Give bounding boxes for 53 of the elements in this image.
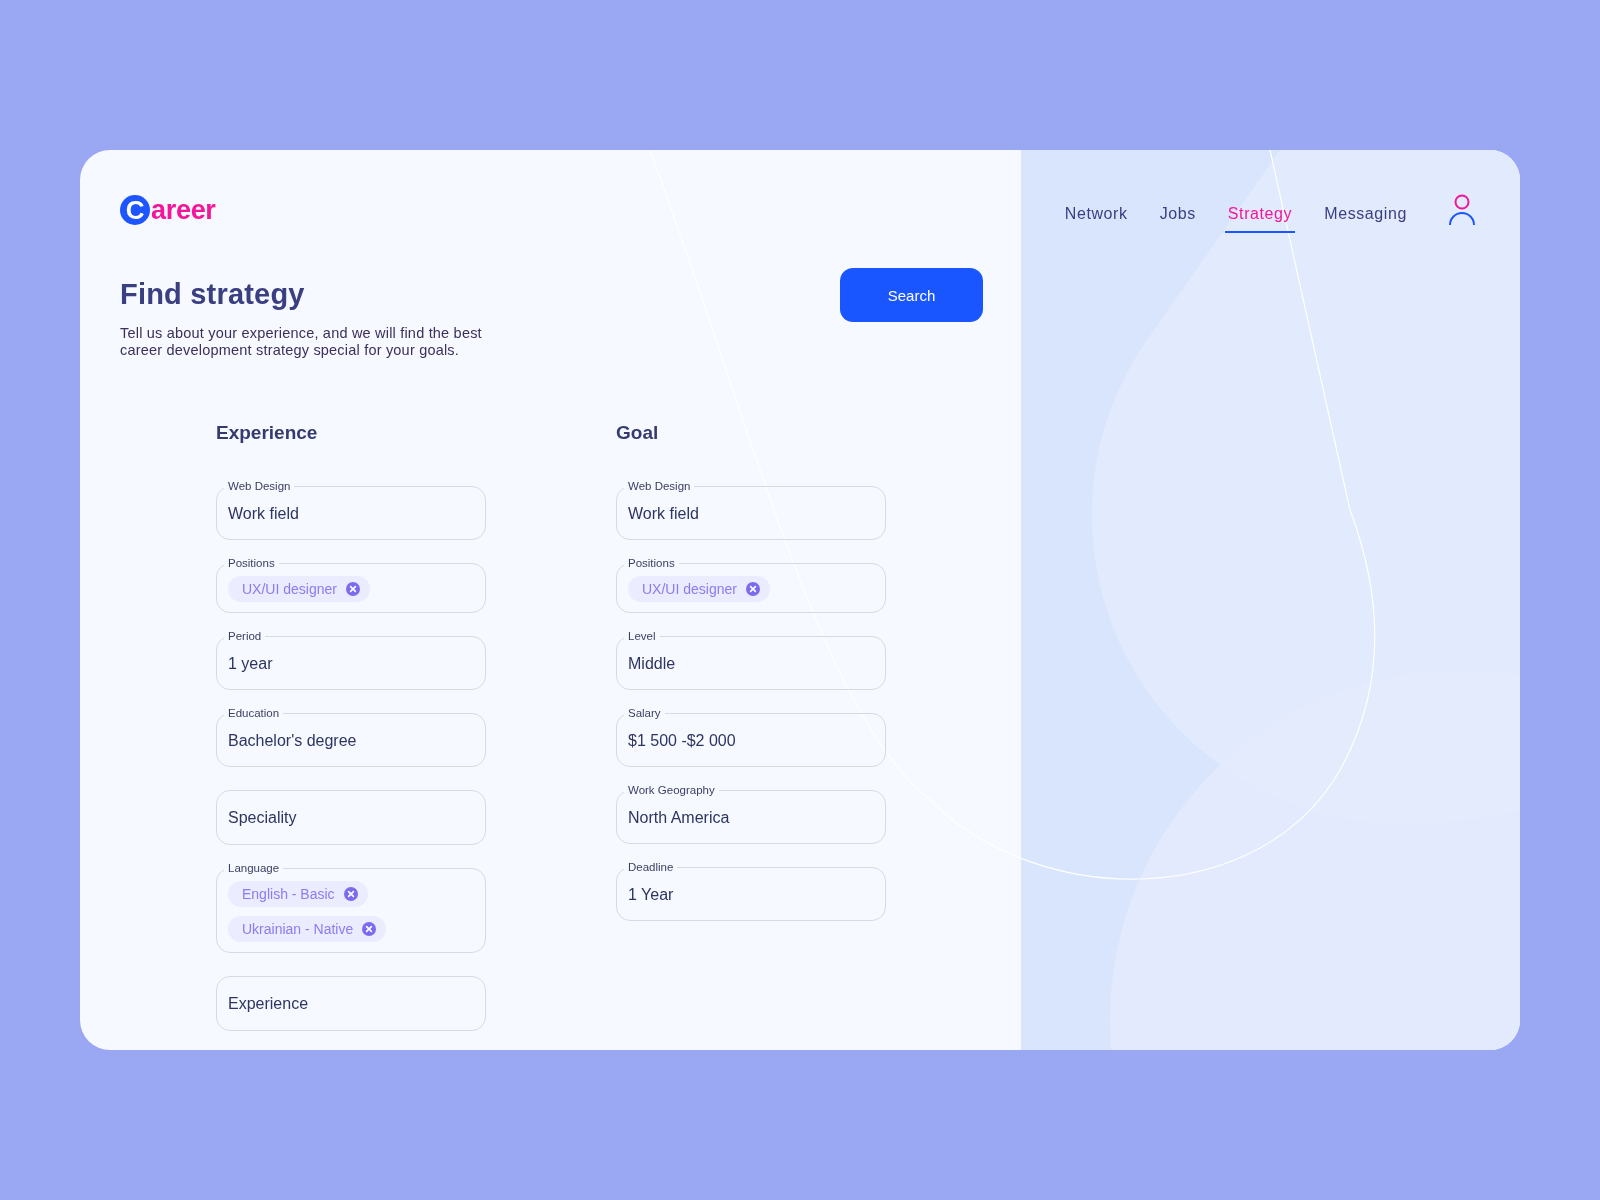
chip-label: UX/UI designer <box>242 581 337 597</box>
field-value[interactable]: Bachelor's degree <box>228 730 474 752</box>
input-field[interactable]: Period 1 year <box>216 629 486 690</box>
page-title: Find strategy <box>120 278 306 311</box>
field-value[interactable]: Experience <box>228 992 474 1015</box>
field-value[interactable]: 1 year <box>228 653 474 675</box>
page-description: Tell us about your experience, and we will find the best career development strategy special for your goals. <box>120 325 483 359</box>
field-label: Web Design <box>627 479 692 493</box>
input-field[interactable]: Web Design Work field <box>616 479 886 540</box>
field-label: Period <box>227 629 263 643</box>
section-heading: Experience <box>216 422 319 444</box>
logo-text: areer <box>151 194 216 226</box>
chip-label: English - Basic <box>242 886 335 902</box>
field-value[interactable]: Work field <box>628 503 874 525</box>
nav-tab[interactable]: Messaging <box>1321 197 1410 233</box>
input-field[interactable]: Speciality <box>216 790 486 845</box>
field-value[interactable]: North America <box>628 807 874 829</box>
remove-icon[interactable] <box>343 887 358 901</box>
field-value[interactable]: 1 Year <box>628 884 874 906</box>
field-label: Deadline <box>627 860 675 874</box>
field-label: Education <box>227 706 281 720</box>
field-label: Web Design <box>227 479 292 493</box>
input-field[interactable]: Positions UX/UI designer <box>216 556 486 613</box>
search-button[interactable]: Search <box>840 268 983 322</box>
nav-tab[interactable]: Jobs <box>1156 197 1199 233</box>
input-field[interactable]: Positions UX/UI designer <box>616 556 886 613</box>
chip-label: UX/UI designer <box>642 581 737 597</box>
input-field[interactable]: Level Middle <box>616 629 886 690</box>
input-field[interactable]: Experience <box>216 976 486 1031</box>
field-label: Positions <box>227 556 276 570</box>
user-icon[interactable] <box>1448 194 1476 226</box>
field-label: Language <box>227 861 281 875</box>
field-value[interactable]: Speciality <box>228 806 474 829</box>
input-field[interactable]: Deadline 1 Year <box>616 860 886 921</box>
section-heading: Goal <box>616 422 660 444</box>
input-field[interactable]: Language English - Basic Ukrainian - Native <box>216 861 486 953</box>
field-label: Work Geography <box>627 783 716 797</box>
logo-mark: C <box>120 195 150 225</box>
field-value[interactable]: Work field <box>228 503 474 525</box>
input-field[interactable]: Education Bachelor's degree <box>216 706 486 767</box>
input-field[interactable]: Web Design Work field <box>216 479 486 540</box>
remove-icon[interactable] <box>345 582 360 596</box>
remove-icon[interactable] <box>362 922 377 936</box>
field-label: Salary <box>627 706 662 720</box>
field-value[interactable]: $1 500 -$2 000 <box>628 730 874 752</box>
field-label: Level <box>627 629 657 643</box>
remove-icon[interactable] <box>745 582 760 596</box>
chip-label: Ukrainian - Native <box>242 921 354 937</box>
field-label: Positions <box>627 556 676 570</box>
input-field[interactable]: Salary $1 500 -$2 000 <box>616 706 886 767</box>
nav-tab[interactable]: Network <box>1061 197 1131 233</box>
field-value[interactable]: Middle <box>628 653 874 675</box>
input-field[interactable]: Work Geography North America <box>616 783 886 844</box>
